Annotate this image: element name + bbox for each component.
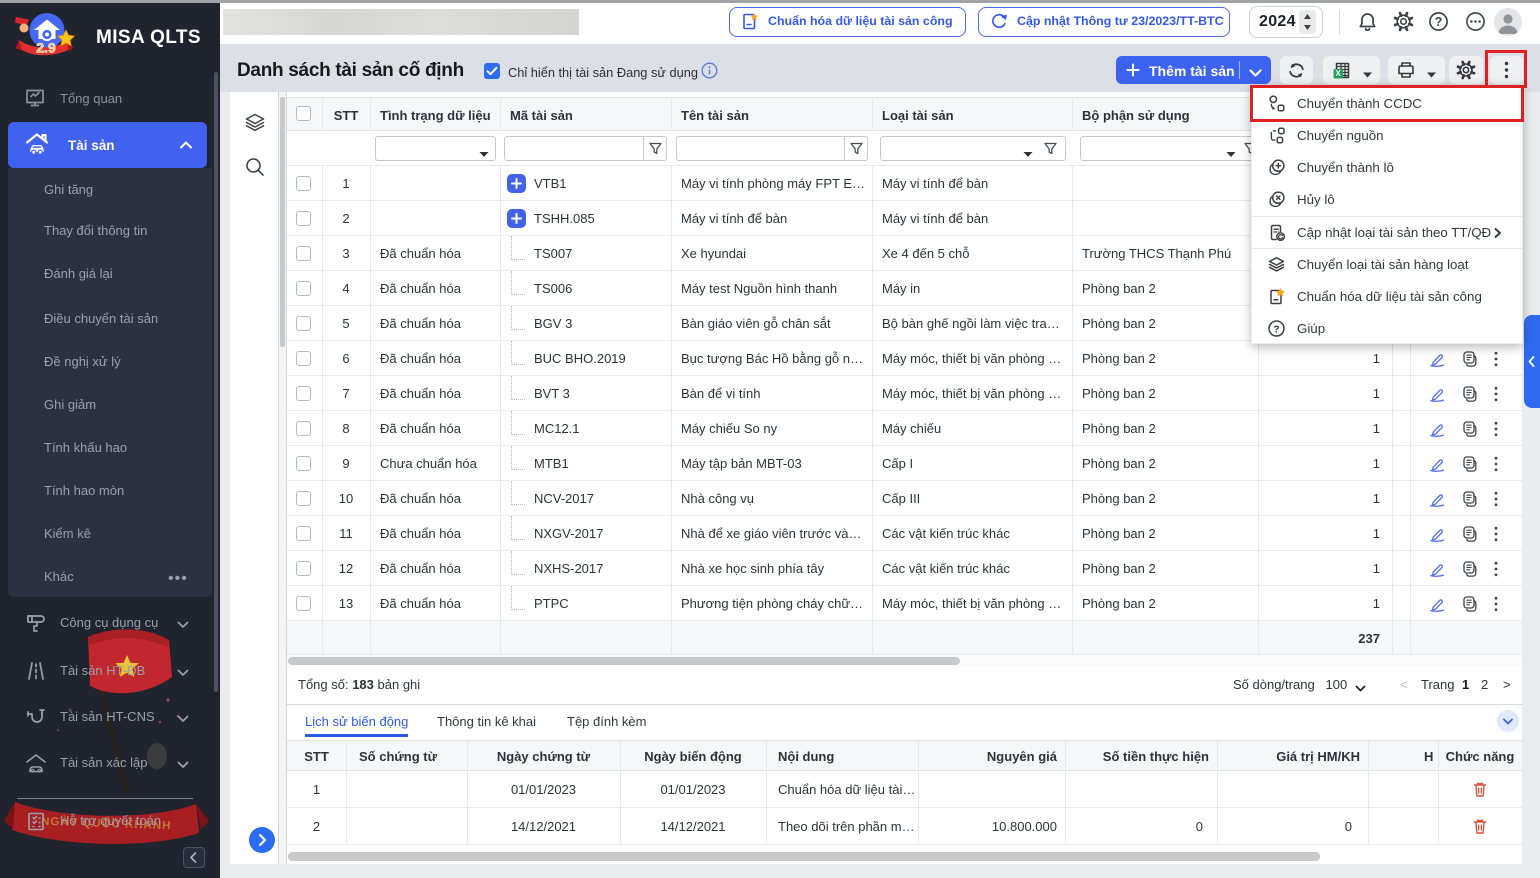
svg-text:X: X [1336,69,1342,78]
svg-text:2.9: 2.9 [36,40,56,56]
svg-text:?: ? [1273,323,1279,335]
svg-text:?: ? [1435,15,1443,29]
